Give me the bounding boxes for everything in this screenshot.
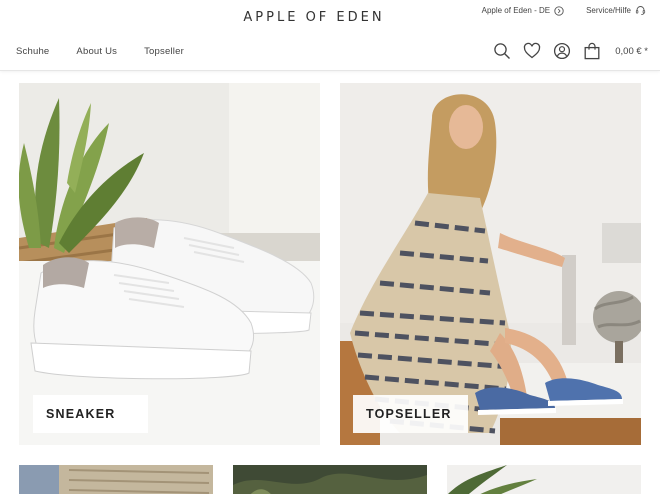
region-selector[interactable]: Apple of Eden - DE [481, 5, 564, 16]
category-tile-row2-2[interactable] [233, 465, 427, 494]
region-label: Apple of Eden - DE [481, 6, 551, 15]
tile-image-row2-3 [447, 465, 641, 494]
chevron-circle-icon [554, 5, 564, 16]
category-tile-row2-3[interactable] [447, 465, 641, 494]
category-tile-sneaker[interactable]: SNEAKER [19, 83, 320, 445]
tile-image-row2-2 [233, 465, 427, 494]
sneaker-image [19, 83, 320, 445]
tile-image-row2-1 [19, 465, 213, 494]
user-icon[interactable] [553, 42, 571, 60]
nav-item-about-us[interactable]: About Us [76, 46, 117, 57]
headset-icon [635, 6, 646, 15]
nav-item-schuhe[interactable]: Schuhe [16, 46, 49, 57]
top-utility-bar: Apple of Eden - DE Service/Hilfe [482, 5, 646, 16]
main-navigation: Schuhe About Us Topseller [16, 46, 184, 57]
topseller-image [340, 83, 641, 445]
heart-icon[interactable] [523, 42, 541, 60]
nav-item-topseller[interactable]: Topseller [144, 46, 184, 57]
service-label: Service/Hilfe [586, 6, 631, 15]
cart-total[interactable]: 0,00 € * [615, 46, 648, 57]
site-header: APPLE OF EDEN Apple of Eden - DE Service… [0, 0, 660, 71]
service-link[interactable]: Service/Hilfe [586, 5, 646, 16]
category-tile-row2-1[interactable] [19, 465, 213, 494]
tile-label-topseller[interactable]: TOPSELLER [353, 395, 468, 433]
category-tile-topseller[interactable]: TOPSELLER [340, 83, 641, 445]
shopping-bag-icon[interactable] [583, 42, 601, 60]
tile-label-sneaker[interactable]: SNEAKER [33, 395, 148, 433]
header-actions: 0,00 € * [493, 42, 648, 60]
search-icon[interactable] [493, 42, 511, 60]
